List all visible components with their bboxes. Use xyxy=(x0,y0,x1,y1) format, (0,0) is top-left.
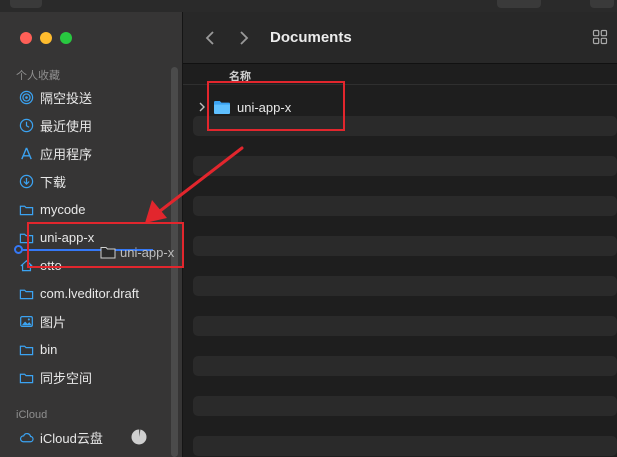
chevron-left-icon xyxy=(205,31,214,45)
sidebar-item-label: 图片 xyxy=(40,314,67,330)
sidebar-item-label: 下载 xyxy=(40,174,67,190)
icloud-usage-pie-icon[interactable] xyxy=(131,429,147,445)
chevron-right-icon xyxy=(240,31,249,45)
forward-button[interactable] xyxy=(233,27,255,49)
main-content: Documents 名称 uni-app-x xyxy=(183,12,617,457)
back-button[interactable] xyxy=(199,27,221,49)
disclosure-chevron-icon[interactable] xyxy=(197,101,207,113)
recents-clock-icon xyxy=(18,117,34,133)
sidebar-item-label: mycode xyxy=(40,201,86,217)
empty-row xyxy=(193,316,617,336)
sidebar-item-sync-space[interactable]: 同步空间 xyxy=(18,366,178,388)
empty-row xyxy=(193,356,617,376)
icloud-section-label: iCloud xyxy=(16,409,48,421)
empty-row xyxy=(193,156,617,176)
empty-row xyxy=(193,236,617,256)
drop-indicator-dot xyxy=(14,245,23,254)
empty-row xyxy=(193,396,617,416)
airdrop-icon xyxy=(18,89,34,105)
background-window-fragment xyxy=(590,0,614,8)
folder-icon xyxy=(18,341,34,357)
window-title: Documents xyxy=(270,29,352,46)
sidebar-item-label: iCloud云盘 xyxy=(40,430,103,446)
applications-icon xyxy=(18,145,34,161)
folder-icon xyxy=(18,285,34,301)
close-window-button[interactable] xyxy=(20,32,32,44)
finder-window: 个人收藏 隔空投送 最近使用 应用程序 下载 mycode uni-app-x … xyxy=(0,12,617,457)
folder-icon xyxy=(18,201,34,217)
annotation-highlight-box xyxy=(27,222,184,268)
background-window-strip xyxy=(0,0,617,12)
sidebar-item-downloads[interactable]: 下载 xyxy=(18,170,178,192)
pictures-icon xyxy=(18,313,34,329)
empty-row xyxy=(193,276,617,296)
sidebar-item-mycode[interactable]: mycode xyxy=(18,198,178,220)
sidebar-item-bin[interactable]: bin xyxy=(18,338,178,360)
downloads-icon xyxy=(18,173,34,189)
sidebar-item-airdrop[interactable]: 隔空投送 xyxy=(18,86,178,108)
sidebar-item-label: com.lveditor.draft xyxy=(40,285,139,301)
folder-icon xyxy=(18,369,34,385)
sidebar-item-label: 最近使用 xyxy=(40,118,93,134)
grid-view-icon[interactable] xyxy=(592,29,608,45)
sidebar-item-applications[interactable]: 应用程序 xyxy=(18,142,178,164)
background-window-fragment xyxy=(497,0,541,8)
icloud-icon xyxy=(18,429,34,445)
sidebar-item-label: bin xyxy=(40,341,58,357)
empty-row xyxy=(193,196,617,216)
sidebar-item-label: 同步空间 xyxy=(40,370,93,386)
background-window-fragment xyxy=(10,0,42,8)
favorites-section-label: 个人收藏 xyxy=(16,70,60,82)
toolbar: Documents xyxy=(183,12,617,64)
minimize-window-button[interactable] xyxy=(40,32,52,44)
sidebar-item-pictures[interactable]: 图片 xyxy=(18,310,178,332)
annotation-highlight-box xyxy=(207,81,345,131)
sidebar-item-com-lveditor-draft[interactable]: com.lveditor.draft xyxy=(18,282,178,304)
maximize-window-button[interactable] xyxy=(60,32,72,44)
sidebar-item-label: 隔空投送 xyxy=(40,90,93,106)
sidebar-item-icloud-drive[interactable]: iCloud云盘 xyxy=(18,426,178,448)
sidebar-item-label: 应用程序 xyxy=(40,146,93,162)
empty-row xyxy=(193,436,617,456)
sidebar-item-recents[interactable]: 最近使用 xyxy=(18,114,178,136)
